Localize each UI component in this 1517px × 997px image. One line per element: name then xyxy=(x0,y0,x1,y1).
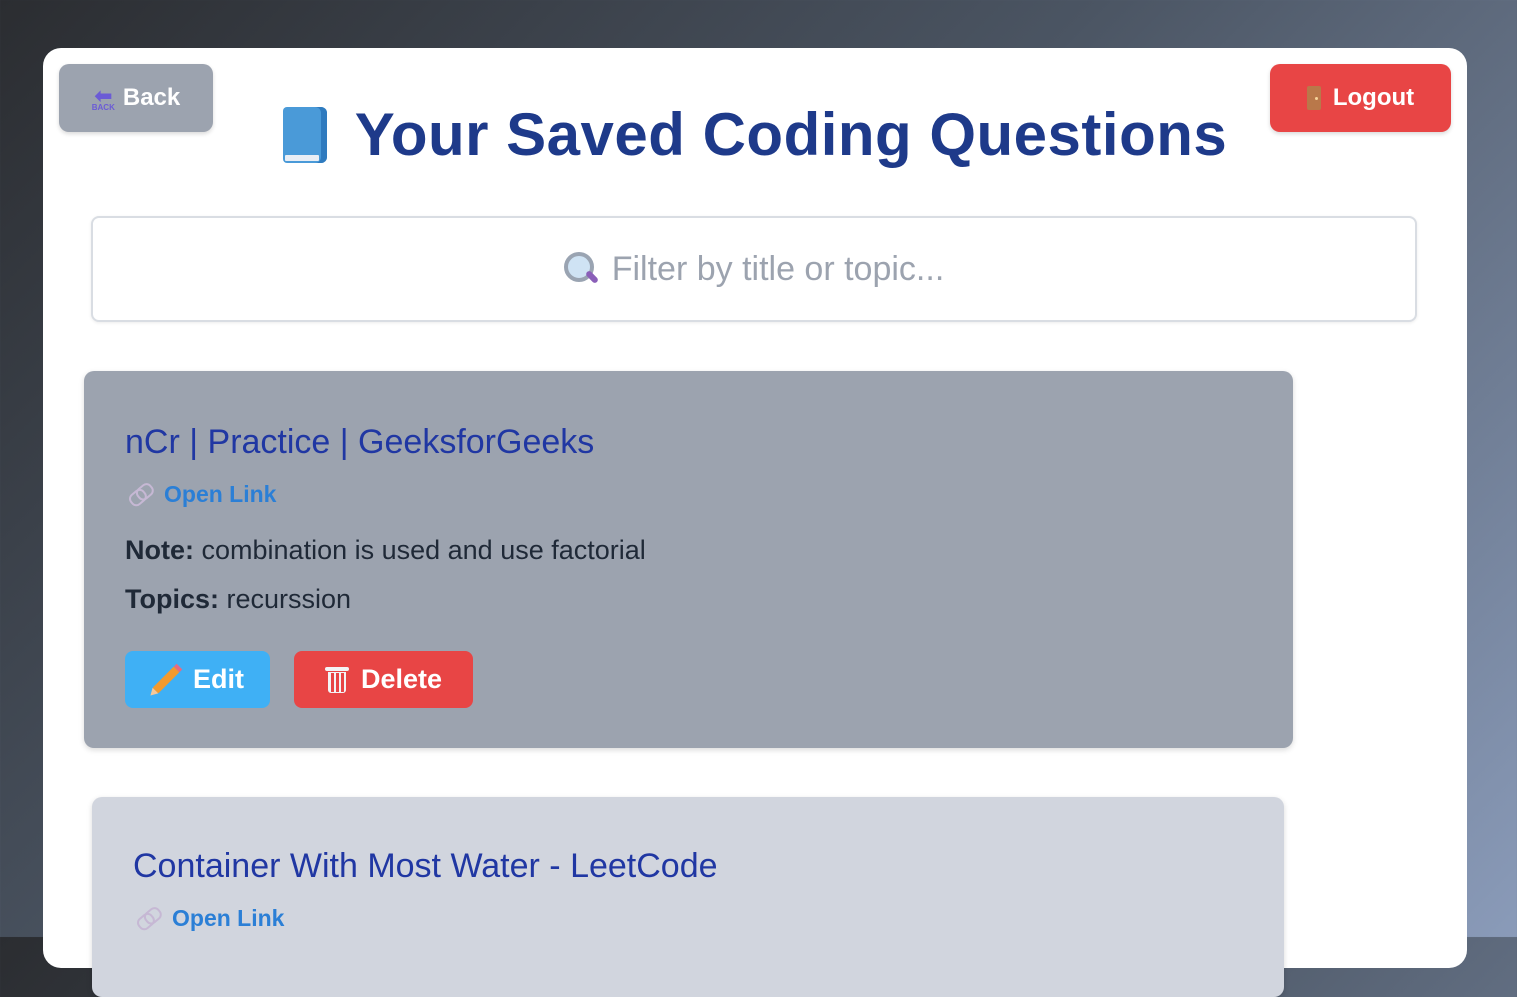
note-label: Note: xyxy=(125,535,194,565)
topics-label: Topics: xyxy=(125,584,219,614)
wastebasket-icon xyxy=(324,666,349,693)
link-icon xyxy=(127,481,156,508)
question-topics: Topics: recurssion xyxy=(125,584,351,615)
page-title-text: Your Saved Coding Questions xyxy=(354,101,1228,168)
topics-text: recurssion xyxy=(226,584,352,614)
pencil-icon xyxy=(152,666,180,693)
note-text: combination is used and use factorial xyxy=(201,535,646,565)
delete-button-label: Delete xyxy=(360,664,443,694)
search-placeholder: Filter by title or topic... xyxy=(611,249,945,288)
link-icon xyxy=(135,905,164,932)
delete-button[interactable]: Delete xyxy=(294,651,473,708)
open-link-label: Open Link xyxy=(172,905,285,931)
edit-button[interactable]: Edit xyxy=(125,651,270,708)
question-title: nCr | Practice | GeeksforGeeks xyxy=(125,423,595,461)
edit-button-label: Edit xyxy=(193,664,244,694)
page-title: Your Saved Coding Questions xyxy=(43,100,1467,169)
question-note: Note: combination is used and use factor… xyxy=(125,535,646,566)
open-link[interactable]: Open Link xyxy=(128,481,276,508)
search-input[interactable]: Filter by title or topic... xyxy=(91,216,1417,322)
magnifying-glass-icon xyxy=(563,252,599,286)
question-card: Container With Most Water - LeetCode Ope… xyxy=(92,797,1284,997)
question-card: nCr | Practice | GeeksforGeeks Open Link… xyxy=(84,371,1293,748)
question-title: Container With Most Water - LeetCode xyxy=(133,847,718,885)
blue-book-icon xyxy=(282,106,327,163)
open-link[interactable]: Open Link xyxy=(136,905,284,932)
open-link-label: Open Link xyxy=(164,481,277,507)
main-panel: ⬅ BACK Back Logout Your Saved Coding Que… xyxy=(43,48,1467,997)
